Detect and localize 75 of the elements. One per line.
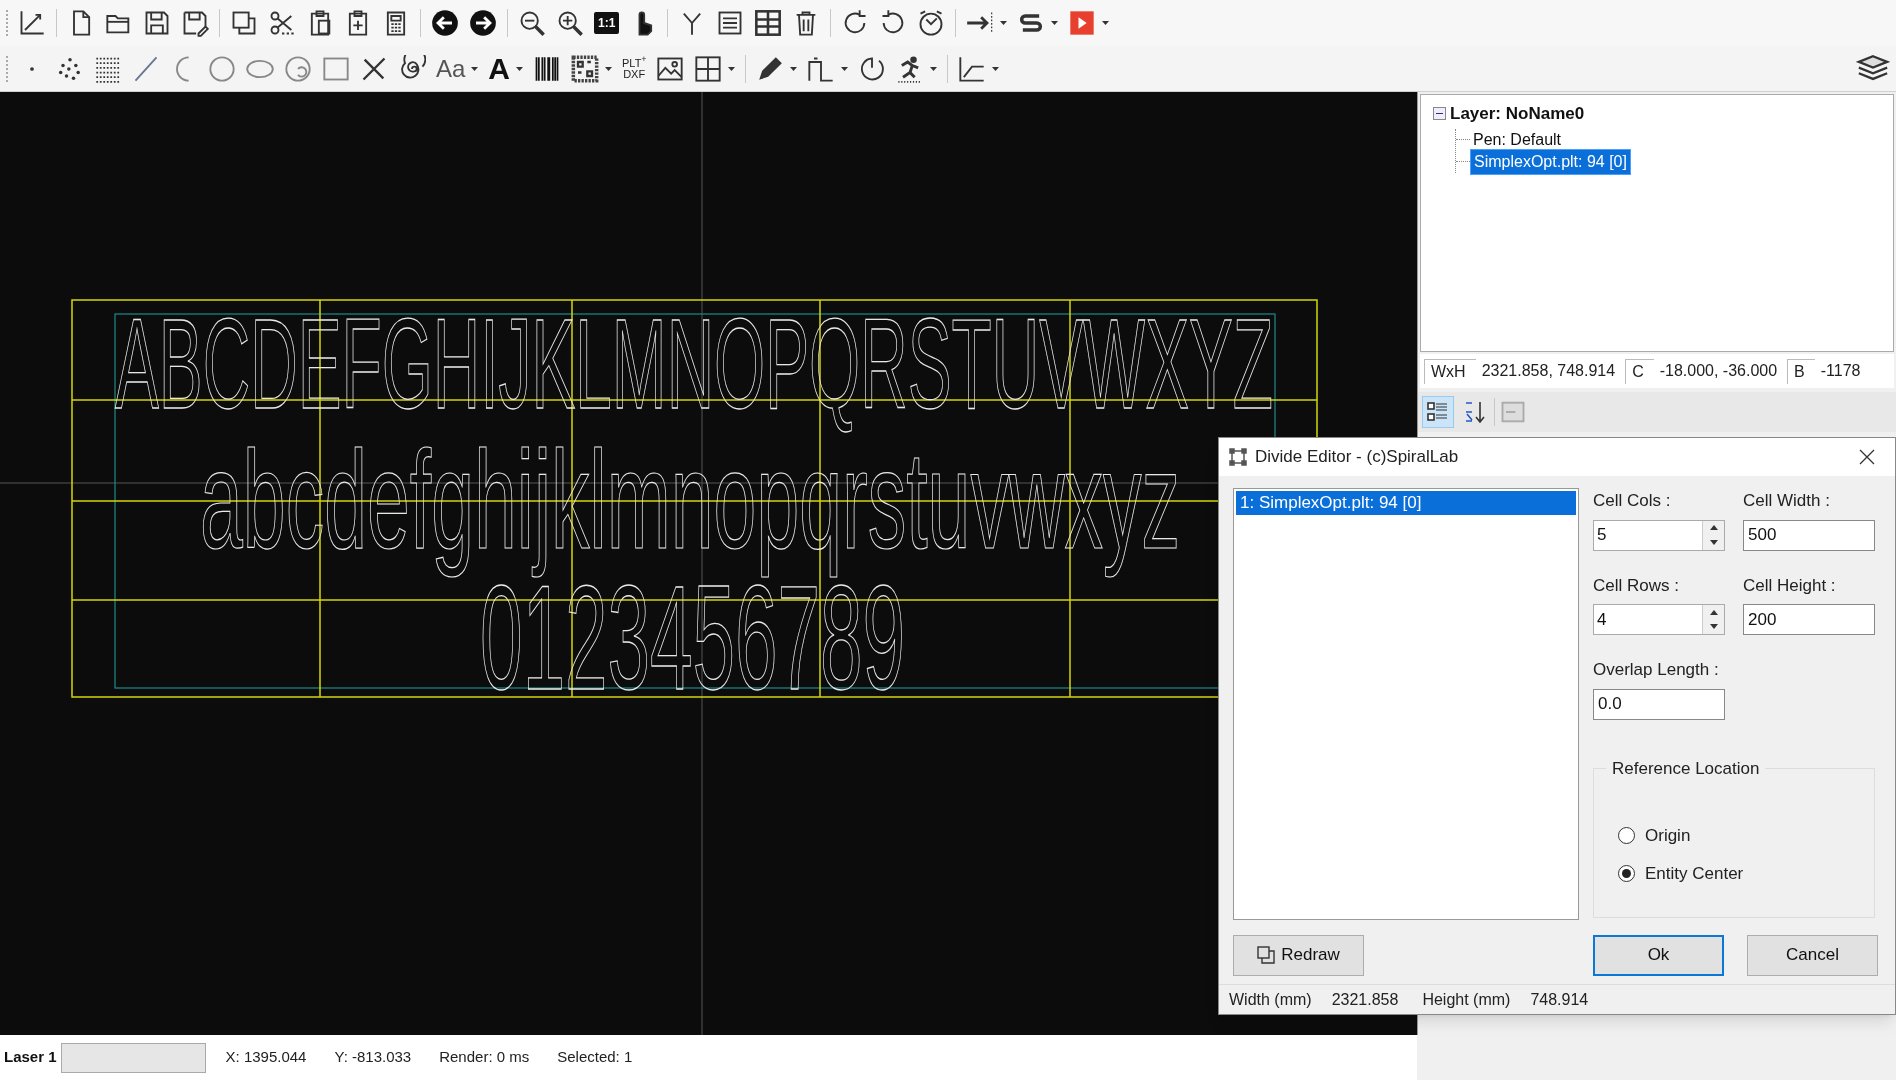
copy-icon[interactable]	[230, 9, 258, 37]
info-label: WxH	[1424, 358, 1476, 384]
footer-label: Height (mm)	[1422, 989, 1511, 1010]
caret-icon[interactable]	[1102, 21, 1110, 25]
footer-value: 2321.858	[1331, 989, 1399, 1010]
close-icon[interactable]	[1859, 449, 1875, 465]
spin-up-icon[interactable]	[1709, 609, 1718, 615]
forward-icon[interactable]	[469, 9, 497, 37]
radio-label[interactable]: Origin	[1645, 823, 1691, 849]
status-y: Y: -813.033	[334, 1047, 412, 1068]
status-render: Render: 0 ms	[439, 1047, 530, 1068]
spin-down-icon[interactable]	[1709, 539, 1718, 545]
input-field[interactable]: 0.0	[1593, 688, 1725, 720]
caret-icon[interactable]	[1000, 21, 1008, 25]
back-icon[interactable]	[431, 9, 459, 37]
caret-icon[interactable]	[930, 66, 938, 71]
input-field[interactable]: 500	[1743, 519, 1875, 551]
info-value: 2321.858, 748.914	[1481, 361, 1617, 381]
caret-icon[interactable]	[605, 66, 613, 71]
collapse-toggle[interactable]	[1433, 107, 1446, 121]
cancel-button[interactable]: Cancel	[1747, 934, 1878, 976]
tree-item[interactable]: Layer: NoName0	[1450, 101, 1585, 127]
window-icon	[1229, 448, 1247, 466]
info-value: -1178	[1820, 361, 1862, 381]
ok-button[interactable]: Ok	[1593, 934, 1724, 976]
input-field[interactable]: 200	[1743, 604, 1875, 635]
radio-button[interactable]	[1618, 827, 1635, 845]
line-icon[interactable]	[132, 54, 160, 83]
caret-icon[interactable]	[841, 66, 849, 71]
field-label: Cell Cols :	[1593, 490, 1672, 512]
field-label: Cell Width :	[1743, 490, 1831, 512]
info-label: C	[1625, 358, 1654, 384]
circle-icon[interactable]	[208, 54, 236, 83]
caret-icon[interactable]	[728, 66, 736, 71]
status-selected: Selected: 1	[557, 1047, 633, 1068]
footer-value: 748.914	[1530, 989, 1589, 1010]
caret-icon[interactable]	[992, 66, 1000, 71]
field-label: Cell Height :	[1743, 574, 1837, 597]
field-label: Overlap Length :	[1593, 659, 1720, 681]
radio-label[interactable]: Entity Center	[1645, 860, 1744, 886]
caret-icon[interactable]	[516, 66, 524, 71]
caret-icon[interactable]	[1051, 21, 1059, 25]
actual-size-button[interactable]: 1:1	[594, 12, 620, 34]
import-button[interactable]: PLT$^{+}$ DXF	[622, 57, 647, 80]
qr-code-icon[interactable]	[571, 54, 600, 83]
spinner-field[interactable]: 5	[1593, 519, 1725, 551]
tree-item[interactable]: SimplexOpt.plt: 94 [0]	[1470, 148, 1631, 175]
play-icon[interactable]	[1068, 9, 1097, 37]
info-value: -18.000, -36.000	[1659, 361, 1779, 381]
table-icon[interactable]	[754, 9, 783, 37]
circle-arc-icon[interactable]	[284, 54, 312, 83]
status-x: X: 1395.044	[225, 1047, 307, 1068]
caret-icon[interactable]	[471, 66, 479, 71]
copy-icon	[1257, 946, 1276, 964]
info-label: B	[1787, 358, 1815, 384]
spinner-field[interactable]: 4	[1593, 604, 1725, 635]
save-as-icon[interactable]	[181, 9, 209, 37]
status-laser: Laser 1	[3, 1047, 58, 1068]
redraw-button[interactable]: Redraw	[1233, 934, 1364, 976]
spin-down-icon[interactable]	[1709, 624, 1718, 630]
footer-label: Width (mm)	[1229, 989, 1312, 1010]
grid-icon[interactable]	[694, 54, 723, 83]
font-button[interactable]: Aa	[436, 56, 466, 81]
text-button[interactable]: A	[488, 53, 511, 84]
list-item[interactable]: 1: SimplexOpt.plt: 94 [0]	[1236, 491, 1576, 515]
spin-up-icon[interactable]	[1709, 525, 1718, 531]
chart-axes-icon[interactable]	[18, 9, 46, 37]
radio-button[interactable]	[1618, 864, 1635, 882]
save-icon[interactable]	[143, 9, 171, 37]
ramp-icon[interactable]	[958, 54, 987, 83]
cut-icon[interactable]	[268, 9, 296, 37]
field-label: Cell Rows :	[1593, 574, 1680, 597]
zoom-out-icon[interactable]	[518, 9, 546, 37]
caret-icon[interactable]	[790, 66, 798, 71]
zoom-in-icon[interactable]	[556, 9, 584, 37]
